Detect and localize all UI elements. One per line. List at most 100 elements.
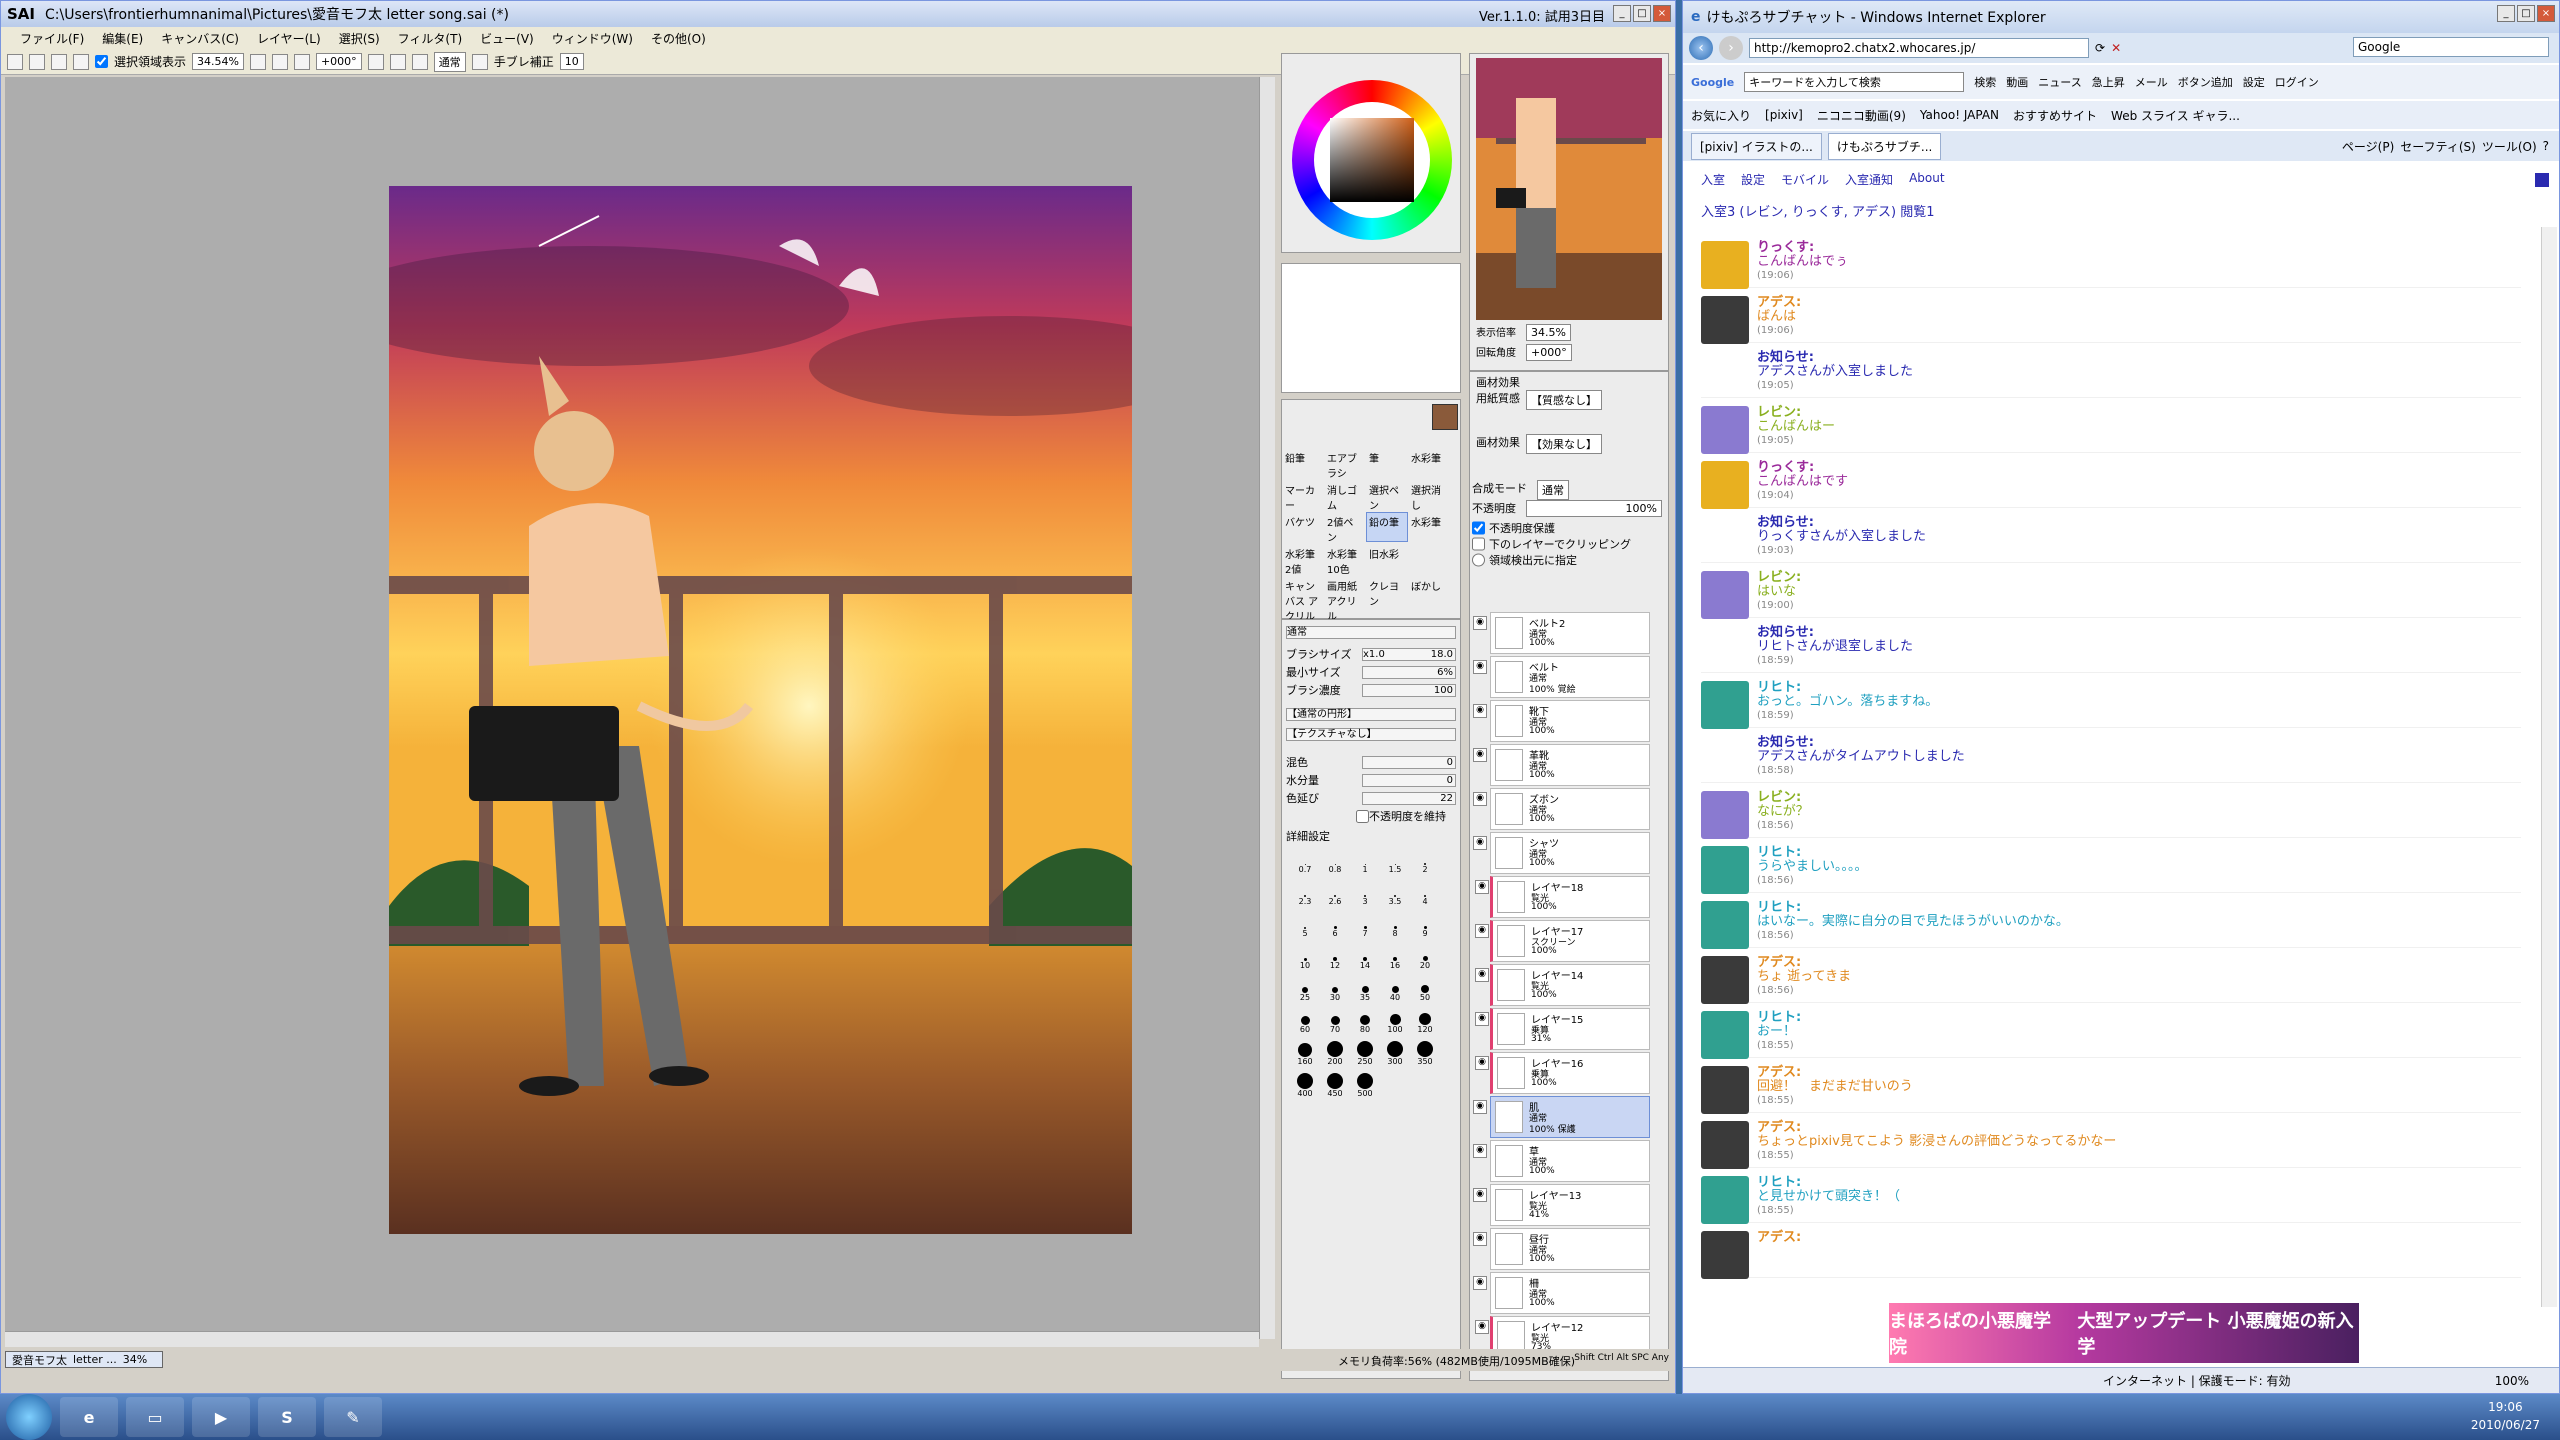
brush-size-preset[interactable]: 2.3: [1290, 880, 1320, 906]
menu-canvas[interactable]: キャンバス(C): [152, 30, 248, 47]
brush-size-preset[interactable]: 10: [1290, 944, 1320, 970]
eye-icon[interactable]: ◉: [1473, 704, 1487, 718]
layer-row[interactable]: ◉ レイヤー14 覧光 100%: [1475, 964, 1650, 1006]
tab-kemopro-chat[interactable]: けもぷろサブチ...: [1827, 132, 1942, 160]
google-search-box[interactable]: Google: [2353, 37, 2549, 57]
saturation-value-square[interactable]: [1330, 118, 1414, 202]
close-button[interactable]: ×: [1653, 5, 1671, 22]
eye-icon[interactable]: ◉: [1473, 792, 1487, 806]
gbar-search[interactable]: 検索: [1974, 74, 1996, 90]
maximize-button[interactable]: □: [1633, 5, 1651, 22]
refresh-icon[interactable]: ⟳: [2095, 41, 2105, 55]
tool-watercolor-2[interactable]: 水彩筆: [1408, 512, 1450, 542]
layer-row[interactable]: ◉ レイヤー13 覧光 41%: [1473, 1184, 1650, 1226]
water-slider[interactable]: 0: [1362, 773, 1456, 787]
forward-icon[interactable]: ›: [1719, 36, 1743, 60]
brush-size-preset[interactable]: 160: [1290, 1040, 1320, 1066]
angle-field[interactable]: +000°: [315, 53, 362, 70]
selection-visible-checkbox[interactable]: [95, 55, 108, 68]
eye-icon[interactable]: ◉: [1473, 836, 1487, 850]
menu-tools[interactable]: ツール(O): [2482, 138, 2537, 155]
brush-size-preset[interactable]: 14: [1350, 944, 1380, 970]
chat-color-box[interactable]: [2535, 173, 2549, 187]
tool-select-pen[interactable]: 選択ペン: [1366, 480, 1408, 512]
ie-maximize-button[interactable]: □: [2517, 5, 2535, 22]
layer-row[interactable]: ◉ 草通常 100%: [1473, 1140, 1650, 1182]
flip-icon[interactable]: [471, 53, 488, 70]
chat-nav-settings[interactable]: 設定: [1741, 171, 1765, 188]
eye-icon[interactable]: ◉: [1473, 748, 1487, 762]
layer-opacity-slider[interactable]: 100%: [1526, 500, 1662, 517]
brush-size-preset[interactable]: 20: [1410, 944, 1440, 970]
tool-marker[interactable]: マーカー: [1282, 480, 1324, 512]
color-wheel[interactable]: [1292, 80, 1452, 240]
layer-row[interactable]: ◉ 靴下 通常 100%: [1473, 700, 1650, 742]
paper-effect-header[interactable]: 画材効果: [1476, 374, 1520, 390]
scratch-pad[interactable]: [1281, 263, 1461, 393]
brush-size-preset[interactable]: 500: [1350, 1072, 1380, 1098]
eye-icon[interactable]: ◉: [1473, 616, 1487, 630]
gbar-news[interactable]: ニュース: [2038, 74, 2081, 90]
clipping-checkbox[interactable]: [1472, 536, 1485, 552]
brush-size-preset[interactable]: 12: [1320, 944, 1350, 970]
tool-old-watercolor[interactable]: 旧水彩: [1366, 544, 1408, 574]
brush-size-preset[interactable]: 70: [1320, 1008, 1350, 1034]
gbar-add-button[interactable]: ボタン追加: [2178, 74, 2233, 90]
back-icon[interactable]: ‹: [1689, 36, 1713, 60]
tool-crayon[interactable]: クレヨン: [1366, 576, 1408, 608]
gbar-video[interactable]: 動画: [2006, 74, 2028, 90]
ie-zoom[interactable]: 100%: [2495, 1374, 2529, 1388]
brush-size-preset[interactable]: 8: [1380, 912, 1410, 938]
tool-pencil[interactable]: 鉛筆: [1282, 448, 1324, 478]
zoom-in-icon[interactable]: [271, 53, 288, 70]
brush-size-preset[interactable]: 100: [1380, 1008, 1410, 1034]
url-field[interactable]: http://kemopro2.chatx2.whocares.jp/: [1749, 38, 2089, 58]
keep-opacity-checkbox[interactable]: [1356, 809, 1369, 823]
menu-filter[interactable]: フィルタ(T): [389, 30, 471, 47]
brush-size-preset[interactable]: 250: [1350, 1040, 1380, 1066]
stretch-slider[interactable]: 22: [1362, 791, 1456, 805]
brush-size-preset[interactable]: 35: [1350, 976, 1380, 1002]
tool-binary-pen[interactable]: 2値ペン: [1324, 512, 1366, 544]
gbar-settings[interactable]: 設定: [2243, 74, 2265, 90]
start-button[interactable]: [6, 1394, 52, 1440]
fav-niconico[interactable]: ニコニコ動画(9): [1817, 107, 1906, 124]
zoom-out-icon[interactable]: [249, 53, 266, 70]
primary-color-swatch[interactable]: [1432, 404, 1458, 430]
layer-row[interactable]: ◉ レイヤー17 スクリーン 100%: [1475, 920, 1650, 962]
chat-nav-enter[interactable]: 入室: [1701, 171, 1725, 188]
menu-window[interactable]: ウィンドウ(W): [543, 30, 642, 47]
artwork-canvas[interactable]: [389, 186, 1132, 1234]
layer-row[interactable]: ◉ レイヤー18 覧光 100%: [1475, 876, 1650, 918]
chat-nav-notify[interactable]: 入室通知: [1845, 171, 1893, 188]
tool-brush[interactable]: 筆: [1366, 448, 1408, 478]
brush-mode-select[interactable]: 通常: [1286, 625, 1456, 639]
media-player-taskbar-icon[interactable]: ▶: [192, 1397, 250, 1437]
brush-size-preset[interactable]: 3: [1350, 880, 1380, 906]
layer-row[interactable]: ◉ ベルト 通常 100% 覚絵: [1473, 656, 1650, 698]
layer-row[interactable]: ◉ ズボン 通常 100%: [1473, 788, 1650, 830]
stop-icon[interactable]: ✕: [2111, 41, 2121, 55]
sai-taskbar-icon[interactable]: ✎: [324, 1397, 382, 1437]
brush-size-preset[interactable]: 0.8: [1320, 848, 1350, 874]
invert-selection-icon[interactable]: [73, 53, 89, 70]
layer-row[interactable]: ◉ 革靴 通常 100%: [1473, 744, 1650, 786]
fav-recommended[interactable]: おすすめサイト: [2013, 107, 2097, 124]
brush-size-preset[interactable]: 350: [1410, 1040, 1440, 1066]
menu-edit[interactable]: 編集(E): [93, 30, 152, 47]
zoom-field[interactable]: 34.54%: [192, 53, 244, 70]
brush-size-preset[interactable]: 30: [1320, 976, 1350, 1002]
brush-size-preset[interactable]: 60: [1290, 1008, 1320, 1034]
brush-density-slider[interactable]: 100: [1362, 683, 1456, 697]
google-toolbar-input[interactable]: キーワードを入力して検索: [1744, 72, 1965, 92]
stabilizer-field[interactable]: 10: [559, 53, 584, 70]
deselect-icon[interactable]: [51, 53, 67, 70]
brush-size-preset[interactable]: 450: [1320, 1072, 1350, 1098]
layer-row[interactable]: ◉ シャツ 通常 100%: [1473, 832, 1650, 874]
layer-row[interactable]: ◉ 昼行 通常 100%: [1473, 1228, 1650, 1270]
explorer-taskbar-icon[interactable]: ▭: [126, 1397, 184, 1437]
menu-select[interactable]: 選択(S): [330, 30, 389, 47]
tab-pixiv[interactable]: [pixiv] イラストの...: [1691, 132, 1822, 160]
eye-icon[interactable]: ◉: [1473, 1276, 1487, 1290]
tool-watercolor-10[interactable]: 水彩筆 10色: [1324, 544, 1366, 576]
